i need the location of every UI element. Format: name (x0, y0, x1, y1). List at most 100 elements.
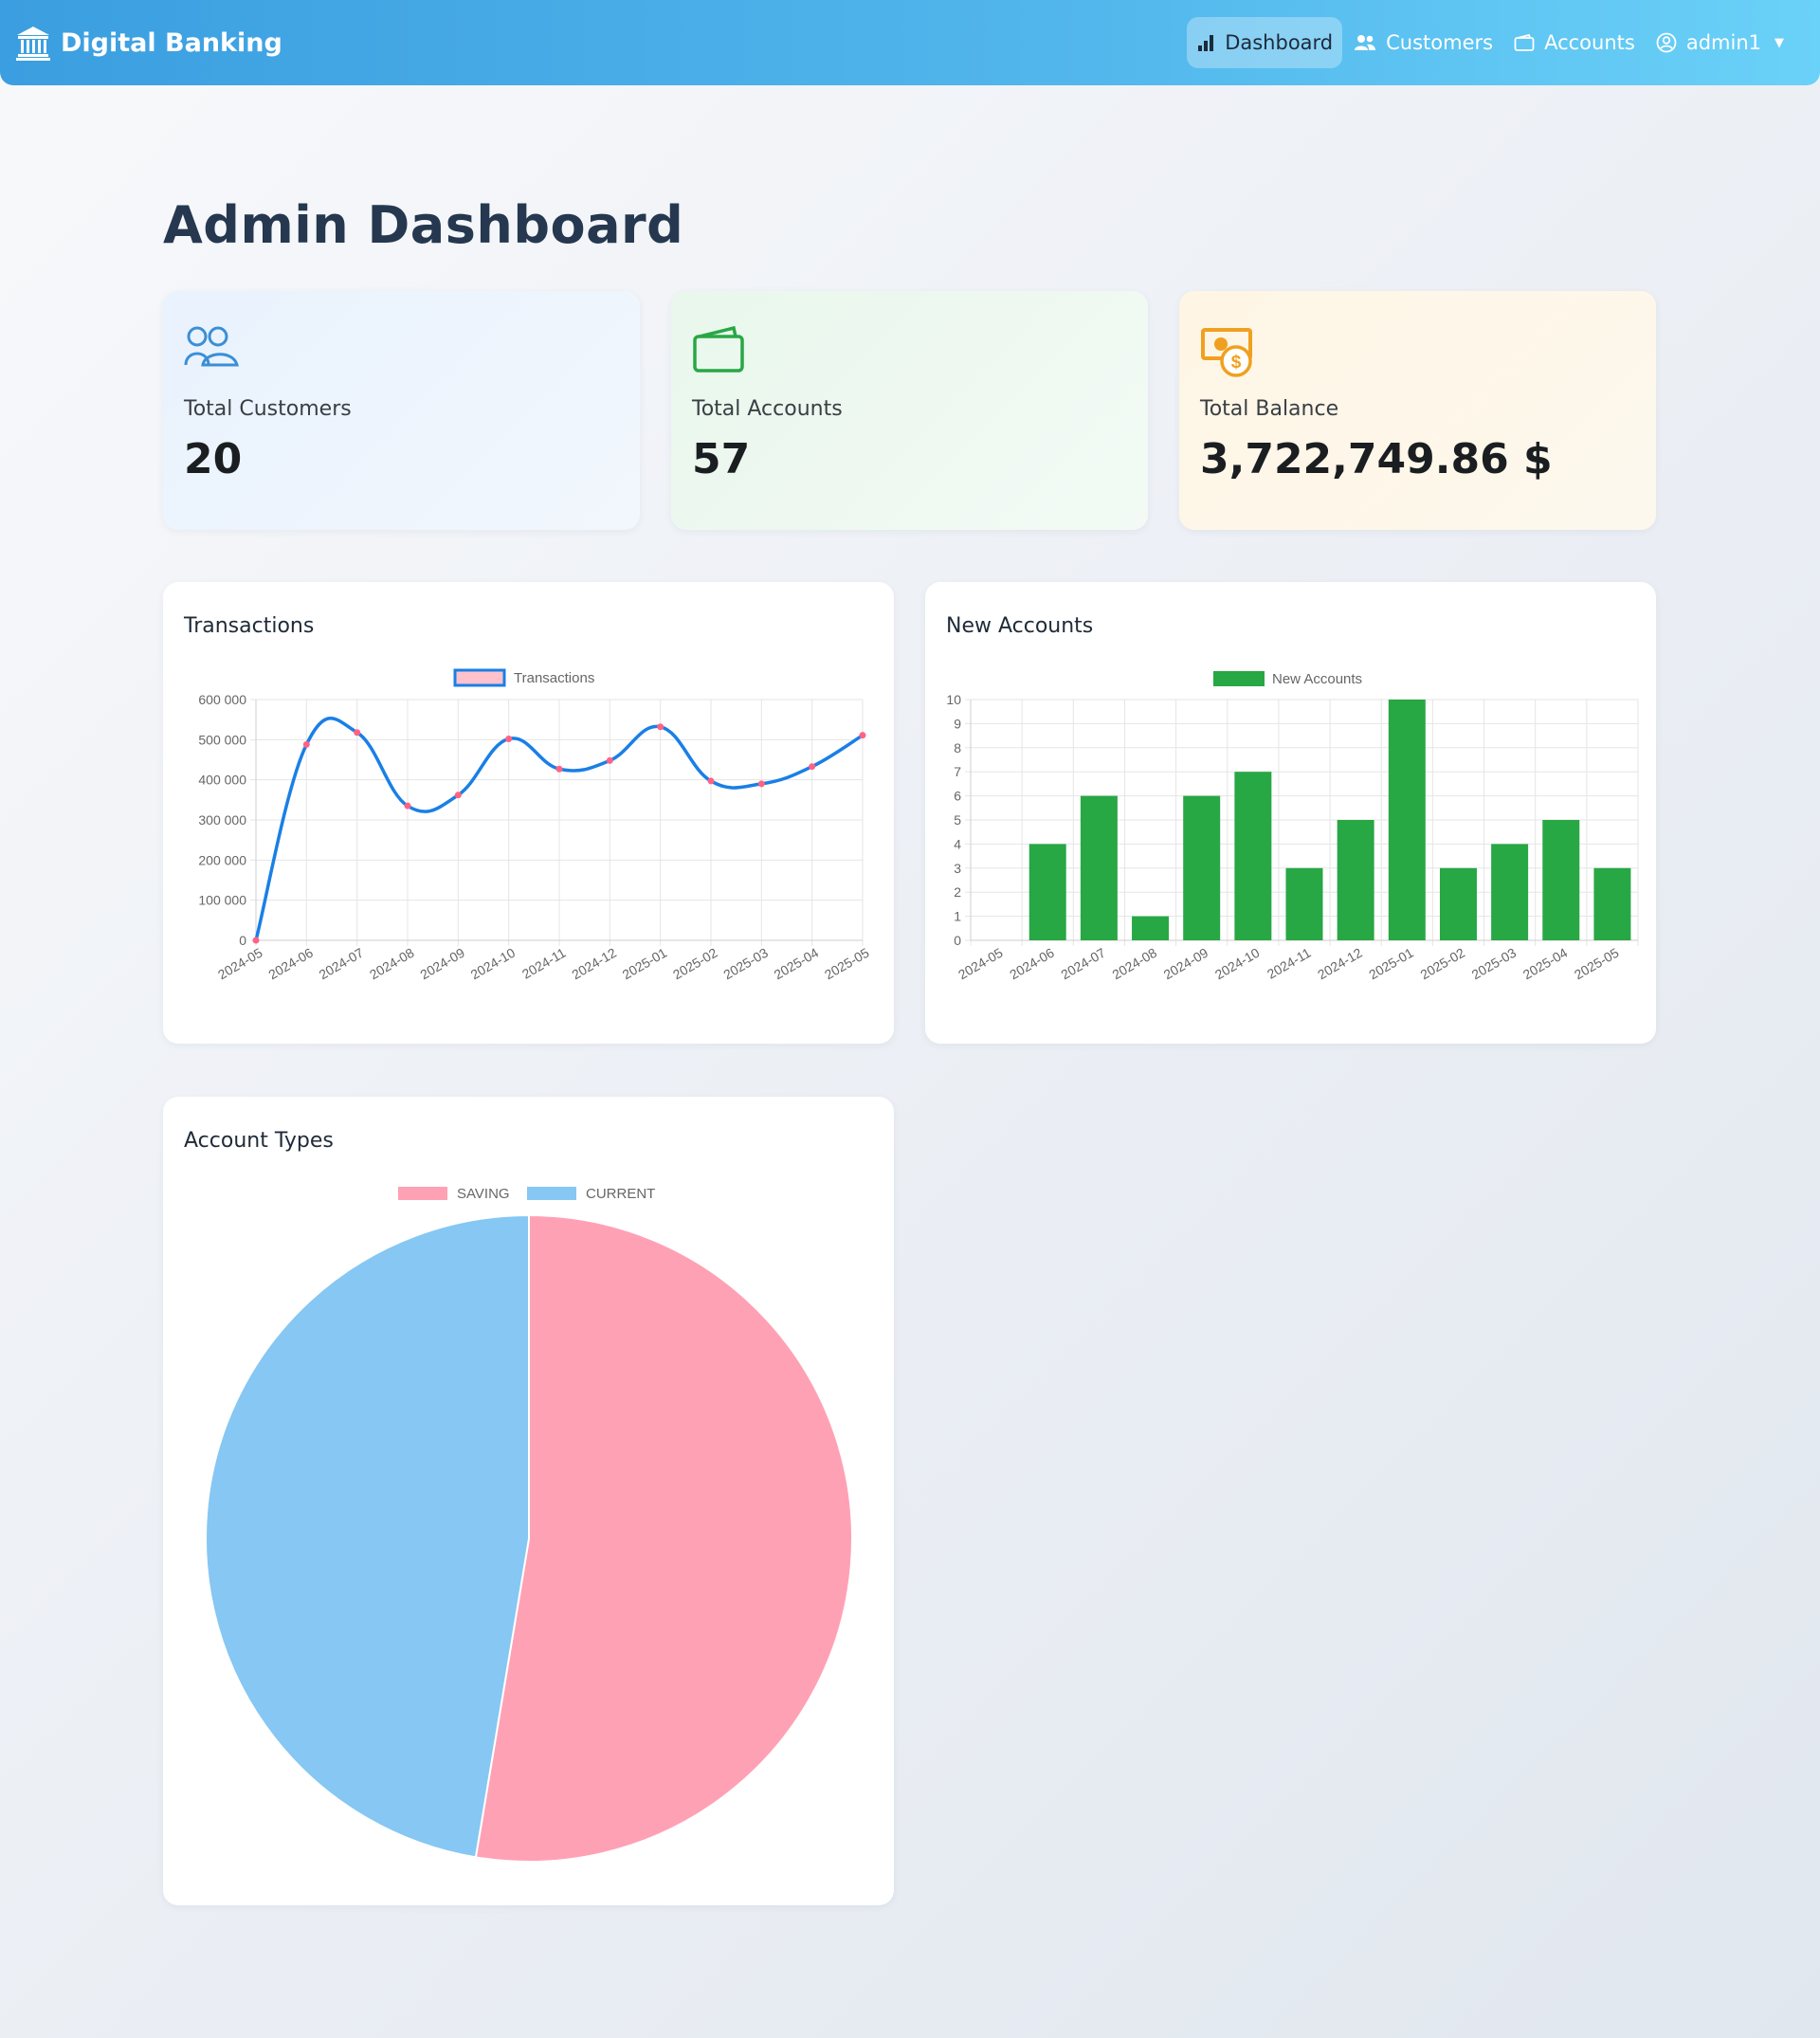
transactions-data-point (354, 729, 361, 737)
transactions-y-tick-label: 0 (239, 933, 246, 948)
transactions-x-tick-label: 2024-10 (468, 945, 519, 983)
transactions-x-tick-label: 2024-06 (265, 945, 316, 983)
new-accounts-x-tick-label: 2024-09 (1161, 945, 1211, 983)
new-accounts-bar (1234, 772, 1272, 940)
top-navbar: Digital Banking Dashboard Customers Acco… (0, 0, 1820, 85)
new-accounts-y-tick-label: 5 (954, 812, 961, 828)
new-accounts-x-tick-label: 2024-11 (1265, 945, 1314, 982)
transactions-x-tick-label: 2025-05 (822, 945, 872, 983)
new-accounts-x-tick-label: 2024-12 (1315, 945, 1365, 983)
account-types-legend-label-saving: SAVING (457, 1186, 510, 1202)
transactions-y-tick-label: 500 000 (198, 732, 246, 747)
transactions-x-tick-label: 2024-05 (215, 945, 265, 983)
transactions-x-tick-label: 2024-12 (569, 945, 619, 983)
account-types-legend-swatch-saving (398, 1187, 447, 1200)
new-accounts-bar (1285, 867, 1323, 940)
transactions-legend-swatch (453, 668, 506, 687)
new-accounts-x-tick-label: 2025-04 (1520, 945, 1571, 983)
stat-label-customers: Total Customers (184, 397, 352, 421)
transactions-data-point (404, 802, 411, 810)
stat-label-accounts: Total Accounts (692, 397, 843, 421)
new-accounts-legend-label: New Accounts (1272, 671, 1362, 687)
new-accounts-x-tick-label: 2024-07 (1058, 945, 1108, 983)
transactions-data-point (302, 740, 310, 748)
stat-card-customers: Total Customers 20 (163, 291, 640, 530)
nav-user-label: admin1 (1685, 31, 1761, 54)
people-icon (184, 326, 239, 367)
transactions-line-chart: 0 100 000 200 000 300 000 400 000 500 000 600 … (198, 668, 872, 983)
nav-links: Dashboard Customers Accounts admin1 ▼ (1185, 17, 1793, 68)
transactions-data-point (859, 732, 866, 739)
new-accounts-bar (1491, 844, 1529, 940)
new-accounts-legend-swatch (1213, 671, 1265, 686)
account-types-legend: SAVING CURRENT (398, 1186, 655, 1202)
transactions-data-point (555, 765, 563, 773)
transactions-y-tick-label: 300 000 (198, 812, 246, 828)
nav-user-dropdown[interactable]: admin1 ▼ (1647, 17, 1793, 68)
transactions-x-tick-label: 2024-11 (519, 945, 569, 982)
new-accounts-y-tick-label: 9 (954, 716, 961, 731)
wallet-icon (1514, 33, 1535, 51)
transactions-x-tick-label: 2025-02 (670, 945, 720, 983)
account-types-legend-label-current: CURRENT (586, 1186, 655, 1202)
nav-accounts[interactable]: Accounts (1504, 17, 1645, 68)
new-accounts-y-tick-label: 0 (954, 933, 961, 948)
account-types-pie-chart: SAVING CURRENT (205, 1186, 853, 1863)
transactions-y-tick-label: 400 000 (198, 773, 246, 788)
transactions-data-point (707, 777, 715, 785)
transactions-x-tick-label: 2025-01 (620, 945, 670, 983)
account-types-legend-swatch-current (527, 1187, 576, 1200)
transactions-x-tick-label: 2025-04 (772, 945, 822, 983)
new-accounts-x-tick-label: 2025-02 (1417, 945, 1467, 983)
new-accounts-y-tick-label: 2 (954, 884, 961, 900)
transactions-x-tick-label: 2025-03 (720, 945, 771, 983)
stat-value-balance: 3,722,749.86 $ (1200, 435, 1553, 483)
stat-label-balance: Total Balance (1200, 397, 1339, 421)
transactions-data-point (252, 937, 260, 944)
new-accounts-bar (1132, 916, 1170, 940)
transactions-x-tick-label: 2024-07 (317, 945, 367, 983)
nav-customers-label: Customers (1386, 31, 1494, 54)
new-accounts-bar (1337, 820, 1374, 940)
new-accounts-bar (1080, 795, 1118, 940)
wallet-icon (693, 325, 744, 373)
brand-name: Digital Banking (61, 27, 282, 58)
transactions-x-tick-label: 2024-09 (417, 945, 467, 983)
account-types-card: Account Types SAVING CURRENT (163, 1097, 894, 1905)
pie-slice-saving (474, 1213, 853, 1863)
new-accounts-x-tick-label: 2024-10 (1212, 945, 1263, 983)
transactions-data-point (505, 735, 513, 742)
new-accounts-x-tick-label: 2025-05 (1572, 945, 1622, 983)
transactions-y-tick-label: 100 000 (198, 893, 246, 908)
nav-customers[interactable]: Customers (1344, 17, 1502, 68)
new-accounts-y-tick-label: 7 (954, 764, 961, 779)
new-accounts-x-tick-label: 2025-01 (1366, 945, 1416, 983)
stat-card-accounts: Total Accounts 57 (671, 291, 1148, 530)
brand-link[interactable]: Digital Banking (15, 21, 282, 64)
user-circle-icon (1656, 32, 1677, 53)
people-icon (1355, 35, 1376, 50)
transactions-data-point (757, 780, 765, 788)
new-accounts-card: New Accounts 0 1 2 3 4 5 6 7 8 9 10 2024-05 2024-06 2… (925, 582, 1656, 1044)
nav-dashboard-label: Dashboard (1225, 31, 1334, 54)
transactions-y-tick-label: 200 000 (198, 852, 246, 867)
new-accounts-x-tick-label: 2024-08 (1110, 945, 1160, 983)
page-title: Admin Dashboard (163, 195, 684, 255)
new-accounts-y-tick-label: 4 (954, 836, 961, 851)
nav-accounts-label: Accounts (1544, 31, 1635, 54)
new-accounts-bar (1593, 867, 1631, 940)
stat-value-customers: 20 (184, 435, 243, 483)
new-accounts-bar (1439, 867, 1477, 940)
new-accounts-bar (1542, 820, 1580, 940)
nav-dashboard[interactable]: Dashboard (1187, 17, 1343, 68)
transactions-legend-label: Transactions (514, 670, 594, 686)
bar-chart-icon (1198, 35, 1214, 51)
transactions-data-point (454, 792, 462, 799)
cash-coin-icon: $ (1201, 328, 1252, 377)
new-accounts-legend: New Accounts (1213, 671, 1362, 687)
new-accounts-bar (1028, 844, 1066, 940)
transactions-data-point (809, 763, 816, 771)
transactions-legend: Transactions (453, 668, 594, 687)
transactions-y-tick-label: 600 000 (198, 692, 246, 707)
new-accounts-bar (1183, 795, 1221, 940)
